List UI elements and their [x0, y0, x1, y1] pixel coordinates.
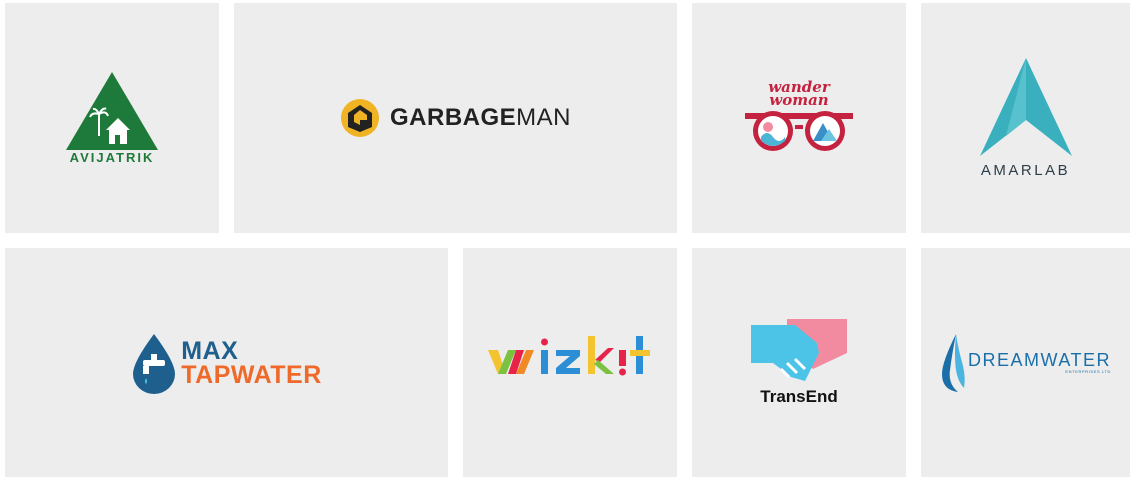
max-tapwater-logo: MAX TAPWATER [131, 332, 322, 394]
dreamwater-wordmark: DREAMWATER ENTERPRISES LTD [968, 351, 1111, 374]
max-tapwater-line2: TAPWATER [181, 360, 322, 389]
garbageman-logo: GARBAGEMAN [340, 98, 571, 138]
transend-wordmark: TransEnd [760, 386, 838, 406]
logo-tile-max-tapwater[interactable]: MAX TAPWATER [5, 248, 448, 477]
wander-woman-wordmark: wander woman [768, 80, 829, 109]
logo-tile-amarlab[interactable]: AMARLAB [921, 3, 1130, 233]
water-drop-icon [942, 333, 965, 392]
garbageman-wordmark: GARBAGEMAN [390, 104, 571, 132]
max-tapwater-wordmark: MAX TAPWATER [181, 336, 322, 389]
mountain-house-icon [66, 71, 158, 150]
amarlab-wordmark: AMARLAB [980, 161, 1071, 179]
max-tapwater-line1: MAX [181, 336, 239, 365]
logo-tile-dreamwater[interactable]: DREAMWATER ENTERPRISES LTD [921, 248, 1130, 477]
wizkit-wordmark: wizkit [488, 335, 650, 375]
amarlab-logo: AMARLAB [979, 57, 1072, 179]
dreamwater-name: DREAMWATER [968, 350, 1111, 370]
avijatrik-wordmark: AVIJATRIK [69, 149, 155, 165]
dreamwater-subtitle: ENTERPRISES LTD [1065, 369, 1111, 374]
logo-tile-wander-woman[interactable]: wander woman [692, 3, 906, 233]
logo-tile-wizkit[interactable]: wizkit [463, 248, 677, 477]
amarlab-a-icon [979, 57, 1072, 156]
handshake-icon [751, 318, 847, 381]
sunglasses-icon [745, 111, 853, 151]
dreamwater-logo: DREAMWATER ENTERPRISES LTD [940, 333, 1111, 392]
wander-woman-logo: wander woman [743, 80, 855, 155]
logo-tile-transend[interactable]: TransEnd [692, 248, 906, 477]
logo-tile-garbageman[interactable]: GARBAGEMAN [234, 3, 677, 233]
avijatrik-logo: AVIJATRIK [66, 71, 158, 165]
garbageman-bold-part: GARBAGE [389, 104, 517, 131]
garbage-badge-icon [340, 99, 379, 137]
logo-tile-avijatrik[interactable]: AVIJATRIK [5, 3, 219, 233]
water-drop-tap-icon [133, 333, 176, 394]
transend-logo: TransEnd [751, 318, 847, 407]
wizkit-logo: wizkit [486, 335, 654, 390]
garbageman-light-part: MAN [516, 104, 571, 131]
wander-woman-line2: woman [769, 91, 829, 109]
